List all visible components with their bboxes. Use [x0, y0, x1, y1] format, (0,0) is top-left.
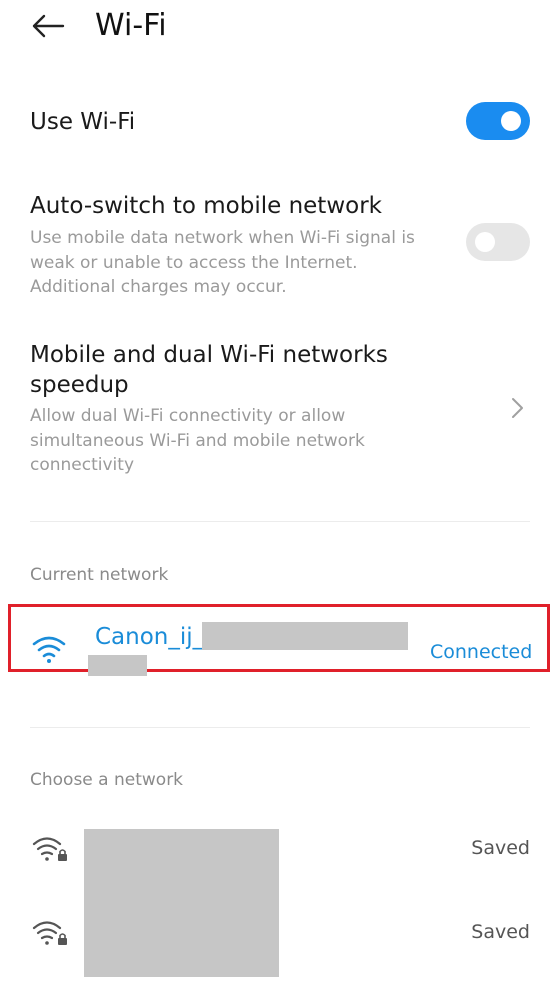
chevron-right-icon — [512, 398, 523, 418]
dual-wifi-speedup-row[interactable]: Mobile and dual Wi-Fi networks speedup A… — [0, 340, 554, 482]
arrow-left-icon — [32, 14, 65, 38]
header-bar: Wi-Fi — [0, 0, 554, 56]
dual-wifi-speedup-title: Mobile and dual Wi-Fi networks speedup — [30, 342, 388, 398]
use-wifi-toggle[interactable] — [466, 102, 530, 140]
toggle-knob — [501, 111, 521, 131]
divider — [30, 727, 530, 728]
auto-switch-description: Use mobile data network when Wi-Fi signa… — [30, 228, 415, 297]
current-network-name: Canon_ij_ — [95, 624, 205, 650]
divider — [30, 521, 530, 522]
use-wifi-row[interactable]: Use Wi-Fi — [0, 90, 554, 154]
redacted-ssid — [202, 622, 408, 650]
use-wifi-label: Use Wi-Fi — [30, 109, 136, 135]
network-status: Saved — [471, 837, 530, 859]
auto-switch-title: Auto-switch to mobile network — [30, 193, 382, 219]
redacted-detail — [88, 655, 147, 676]
wifi-locked-icon — [32, 921, 67, 945]
toggle-knob — [475, 232, 495, 252]
current-network-label: Current network — [30, 565, 169, 585]
auto-switch-toggle[interactable] — [466, 223, 530, 261]
wifi-locked-icon — [32, 837, 67, 861]
back-button[interactable] — [26, 6, 70, 46]
choose-network-label: Choose a network — [30, 770, 184, 790]
network-status: Saved — [471, 921, 530, 943]
page-title: Wi-Fi — [95, 8, 167, 43]
connection-status: Connected — [430, 641, 533, 663]
auto-switch-row[interactable]: Auto-switch to mobile network Use mobile… — [0, 190, 554, 302]
wifi-icon — [32, 636, 66, 663]
redacted-network-names — [84, 829, 279, 977]
dual-wifi-speedup-description: Allow dual Wi-Fi connectivity or allow s… — [30, 406, 365, 475]
